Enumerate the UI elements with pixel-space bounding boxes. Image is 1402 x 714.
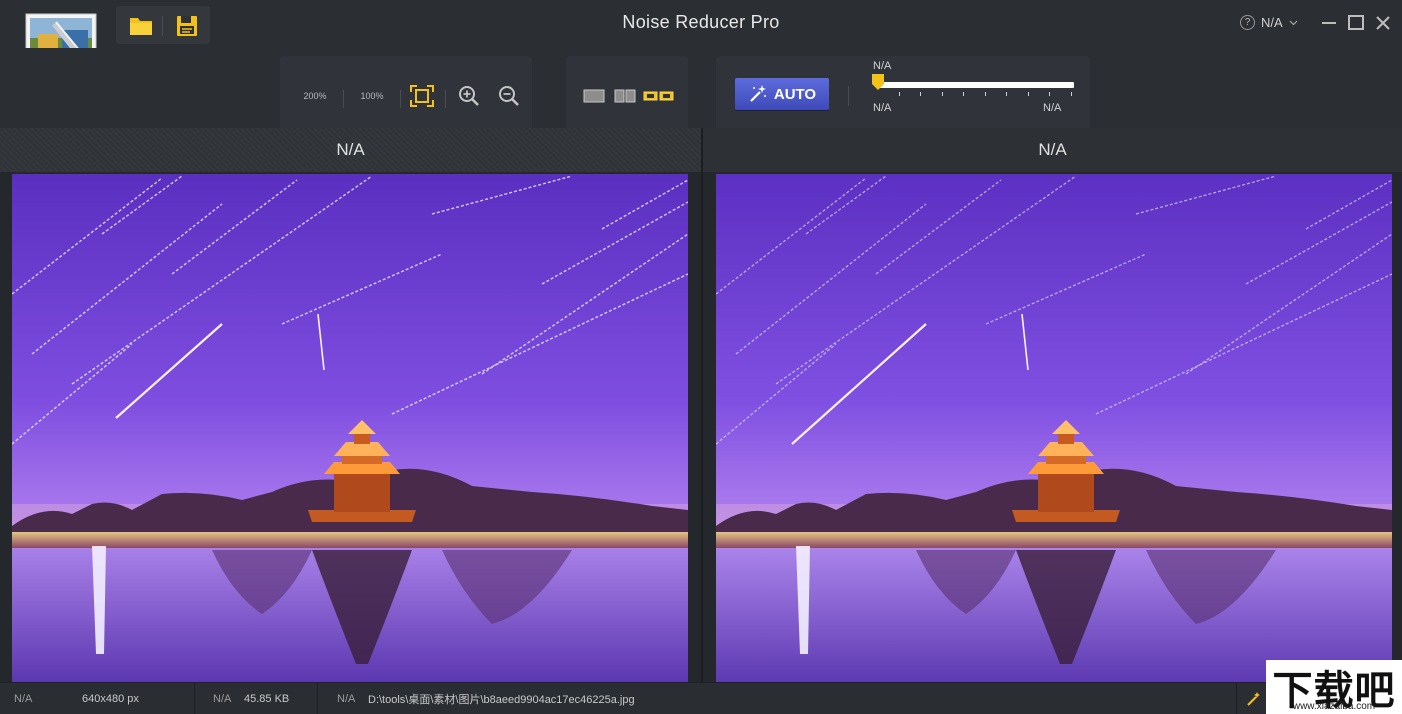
file-path: D:\tools\桌面\素材\图片\b8aeed9904ac17ec46225a… [368, 694, 635, 706]
view-mode-controls [566, 56, 688, 128]
slider-thumb-icon [872, 74, 884, 90]
open-folder-button[interactable] [126, 12, 156, 40]
status-wand-button[interactable] [1246, 683, 1262, 714]
single-view-icon [583, 89, 605, 103]
zoom-100-label: 100% [360, 91, 384, 101]
save-button[interactable] [172, 12, 202, 40]
strength-slider-track[interactable] [878, 82, 1074, 88]
save-disk-icon [177, 16, 197, 36]
title-bar: Noise Reducer Pro ? N/A [0, 0, 1402, 82]
original-image-panel [0, 172, 701, 682]
slider-max-label: N/A [1043, 102, 1062, 114]
result-panel-title: N/A [703, 128, 1402, 172]
original-panel-title: N/A [0, 128, 701, 172]
image-dimensions: 640x480 px [82, 693, 139, 705]
help-menu[interactable]: ? N/A [1240, 15, 1298, 30]
side-by-side-view-icon [643, 91, 674, 101]
help-label: N/A [1261, 15, 1283, 30]
zoom-out-icon [499, 86, 519, 106]
side-by-side-view-button[interactable] [642, 82, 676, 110]
split-view-icon [614, 89, 636, 103]
original-image[interactable] [12, 174, 688, 682]
minimize-icon [1322, 22, 1336, 24]
zoom-controls: 200% 100% [280, 56, 532, 128]
file-buttons-group [116, 6, 210, 44]
maximize-icon [1348, 15, 1364, 30]
zoom-in-button[interactable] [456, 82, 482, 110]
close-button[interactable] [1372, 12, 1394, 34]
denoise-controls: AUTO N/A N/A N/A [716, 56, 1090, 128]
maximize-button[interactable] [1345, 12, 1367, 34]
help-icon: ? [1240, 15, 1255, 30]
fit-to-window-icon [410, 85, 434, 107]
zoom-out-button[interactable] [496, 82, 522, 110]
zoom-in-icon [459, 86, 479, 106]
auto-label: AUTO [773, 85, 817, 103]
single-view-button[interactable] [582, 82, 606, 110]
noise-reducer-window: Noise Reducer Pro ? N/A 200% 100% AUTO N… [0, 0, 1402, 714]
magic-wand-icon [1247, 692, 1260, 706]
folder-icon [130, 18, 152, 35]
dims-key: N/A [14, 693, 33, 705]
chevron-down-icon [1289, 20, 1298, 25]
auto-button[interactable]: AUTO [735, 78, 829, 110]
status-bar: N/A 640x480 px N/A 45.85 KB N/A D:\tools… [0, 682, 1402, 714]
xiazaiba-watermark-logo: 下载吧 www.xiazaiba.com [1266, 660, 1402, 714]
result-image-panel [703, 172, 1402, 682]
zoom-200-button[interactable]: 200% [296, 82, 334, 110]
slider-top-label: N/A [873, 60, 892, 72]
magic-wand-icon [750, 85, 766, 102]
path-key: N/A [337, 693, 356, 705]
close-icon [1376, 16, 1390, 30]
size-key: N/A [213, 693, 232, 705]
app-title: Noise Reducer Pro [622, 12, 780, 32]
split-view-button[interactable] [613, 82, 637, 110]
zoom-200-label: 200% [303, 91, 327, 101]
zoom-100-button[interactable]: 100% [353, 82, 391, 110]
minimize-button[interactable] [1318, 12, 1340, 34]
result-image[interactable] [716, 174, 1392, 682]
slider-min-label: N/A [873, 102, 892, 114]
toolbar: 200% 100% AUTO N/A N/A N/A [0, 48, 1402, 128]
strength-slider-thumb[interactable] [872, 74, 884, 90]
file-size: 45.85 KB [244, 693, 290, 705]
fit-window-button[interactable] [408, 82, 436, 110]
